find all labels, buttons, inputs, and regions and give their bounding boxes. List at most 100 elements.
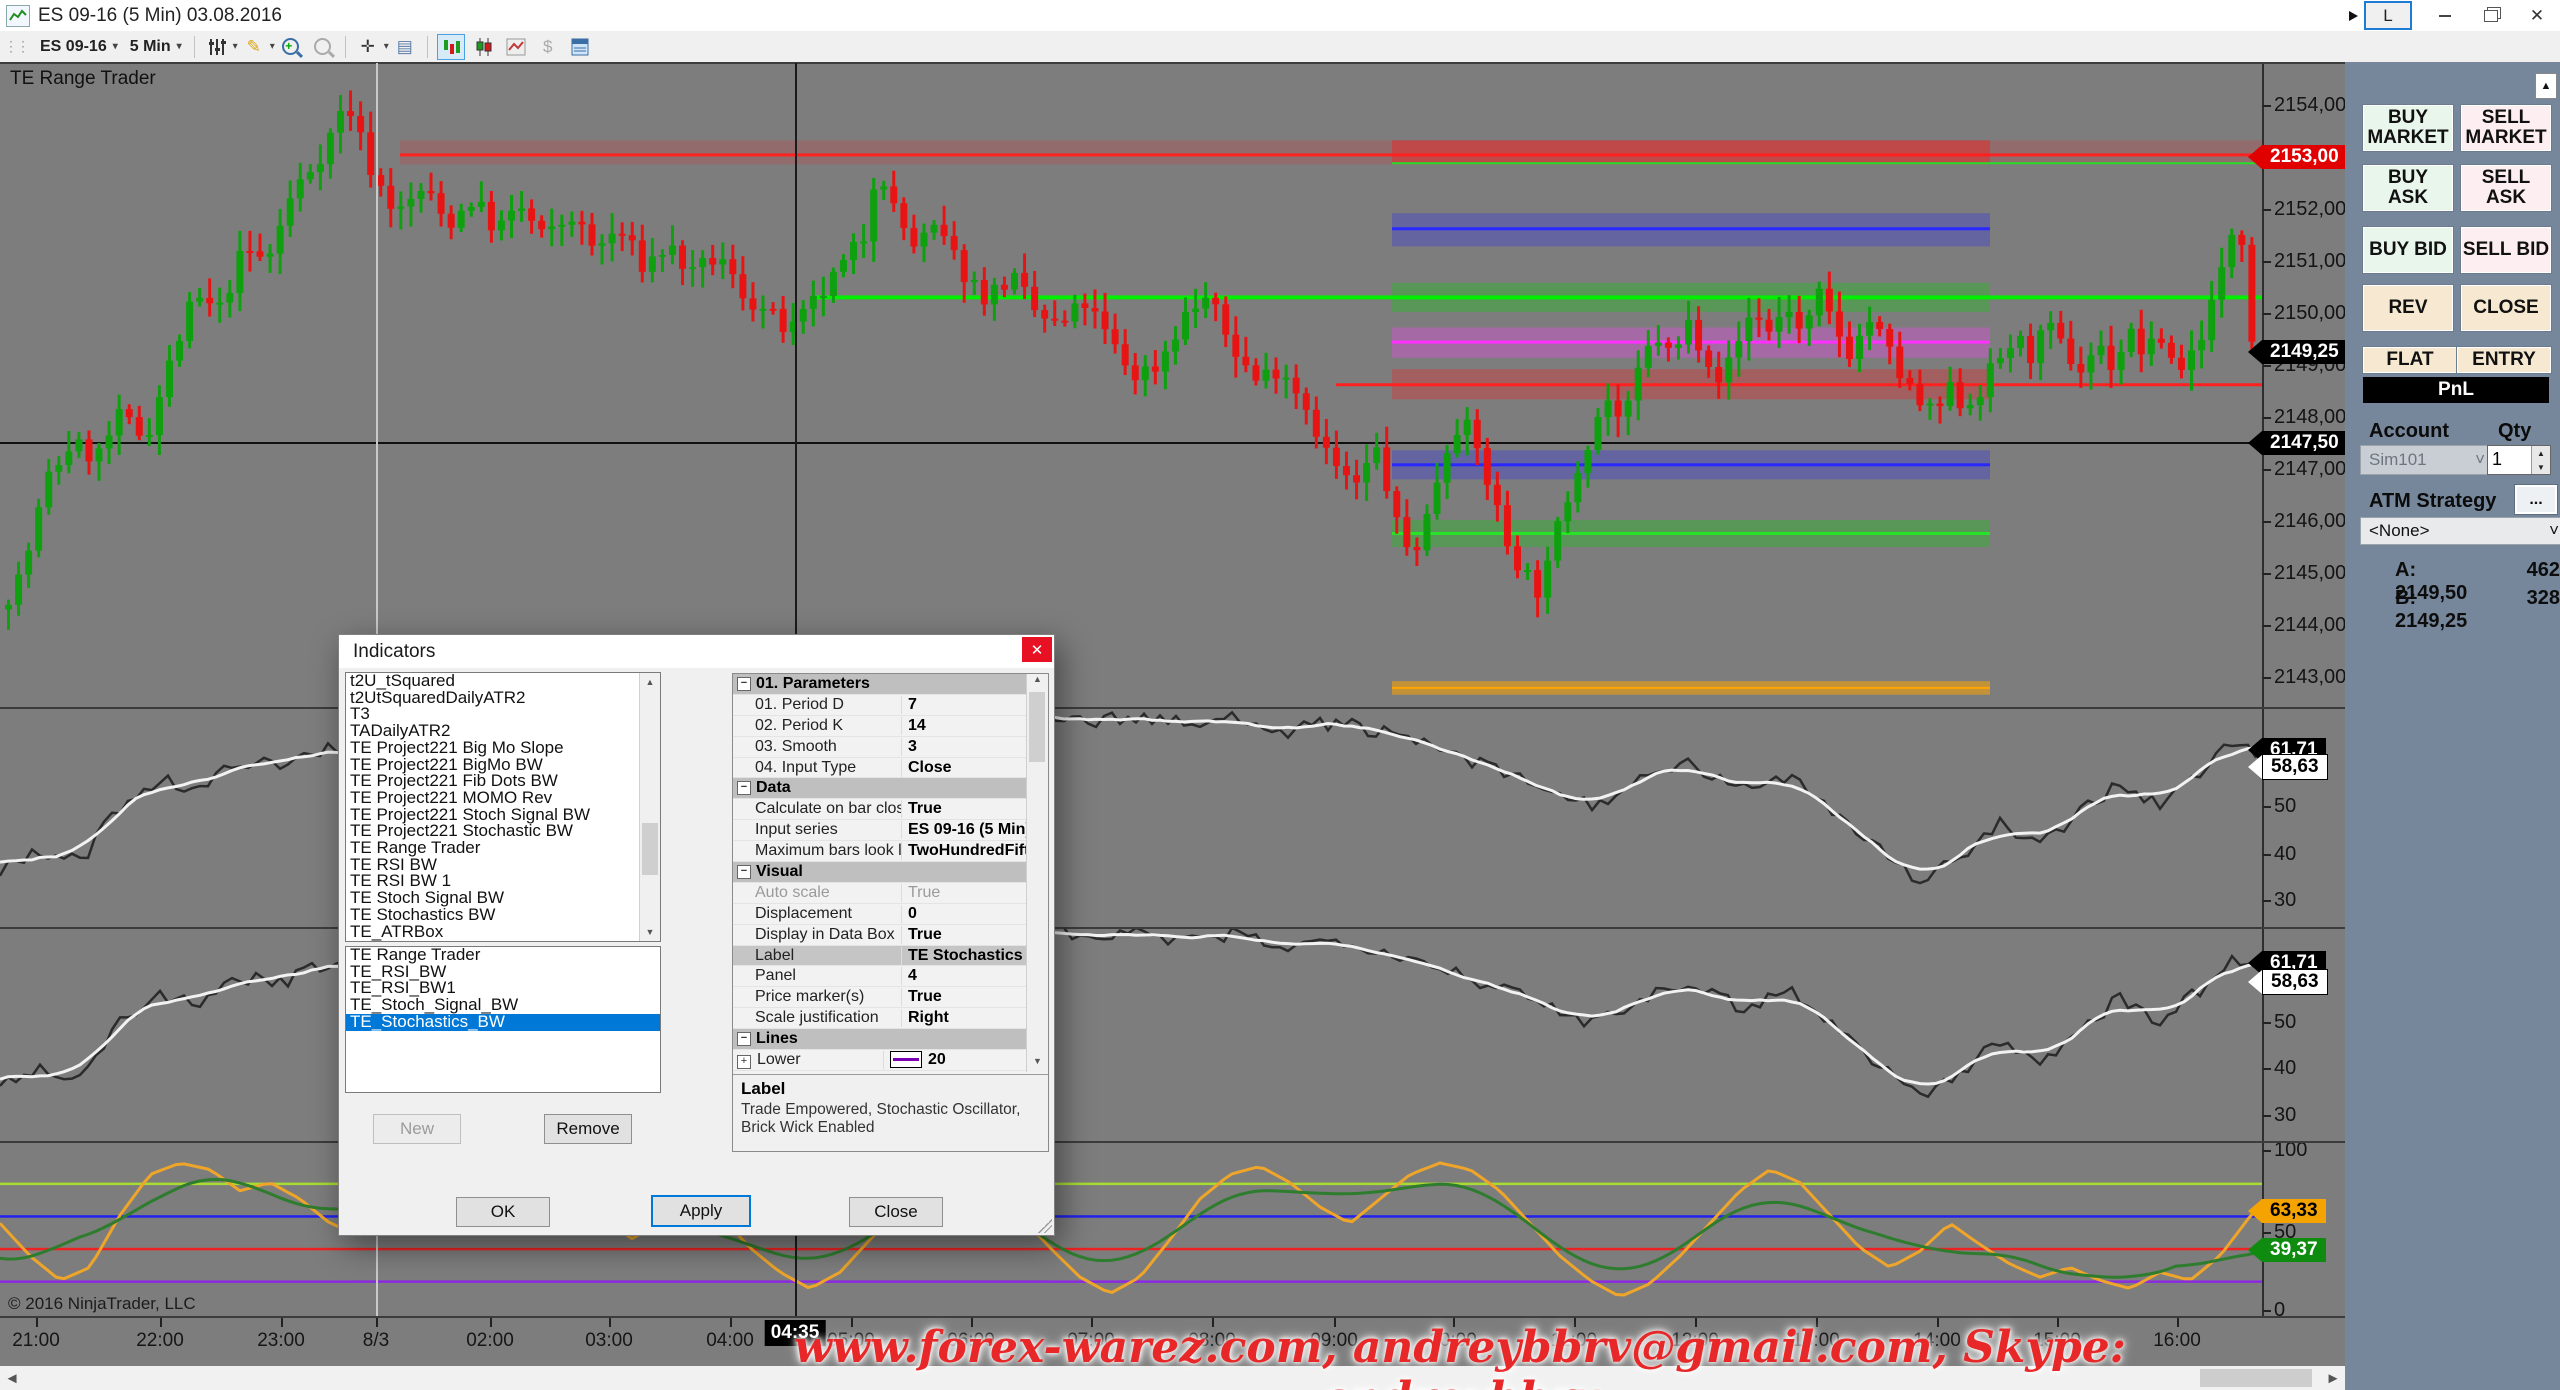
collapse-icon[interactable]: − <box>737 781 751 795</box>
parameter-row[interactable]: 02. Period K14 <box>733 716 1026 737</box>
parameter-row[interactable]: Price marker(s)True <box>733 987 1026 1008</box>
list-scrollbar[interactable]: ▲ ▼ <box>639 673 660 941</box>
remove-button[interactable]: Remove <box>544 1114 632 1144</box>
axis-tick <box>2263 900 2271 902</box>
parameter-section[interactable]: −Lines <box>733 1029 1026 1050</box>
apply-button[interactable]: Apply <box>651 1195 751 1227</box>
interval-dropdown[interactable]: 5 Min▾ <box>124 35 188 59</box>
parameter-section[interactable]: −Visual <box>733 862 1026 883</box>
scroll-up-icon[interactable]: ▲ <box>640 673 660 691</box>
axis-tick-label: 30 <box>2274 1105 2296 1125</box>
toolbar-grip[interactable]: ⋮⋮ <box>4 38 28 55</box>
dialog-title: Indicators <box>353 641 435 663</box>
buy-market-button[interactable]: BUY MARKET <box>2363 105 2453 151</box>
parameter-row[interactable]: Auto scaleTrue <box>733 883 1026 904</box>
close-dialog-button[interactable]: Close <box>849 1197 943 1227</box>
crosshair-icon[interactable]: ✛ <box>355 35 381 59</box>
chart-trader-icon[interactable] <box>567 35 593 59</box>
available-indicators-list[interactable]: t2U_tSquaredt2UtSquaredDailyATR2T3TADail… <box>345 672 661 942</box>
parameter-row[interactable]: Panel4 <box>733 966 1026 987</box>
configured-indicator-item[interactable]: TE_Stochastics_BW <box>346 1014 660 1031</box>
parameter-row[interactable]: Maximum bars look lTwoHundredFiftySix <box>733 841 1026 862</box>
time-tick <box>281 1318 283 1327</box>
time-axis[interactable]: 21:0022:0023:008/302:0003:0004:0005:0006… <box>0 1318 2345 1364</box>
indicator-list-item[interactable]: TE Project221 Big Mo Slope <box>346 740 660 757</box>
horizontal-scrollbar[interactable]: ◄ ► <box>0 1366 2345 1390</box>
time-tick-label: 06:00 <box>947 1330 995 1352</box>
chevron-down-icon[interactable]: ▾ <box>384 41 389 52</box>
indicators-dialog: Indicators ✕ t2U_tSquaredt2UtSquaredDail… <box>338 634 1055 1236</box>
parameter-row[interactable]: LabelTE Stochastics BW <box>733 946 1026 967</box>
scrollbar-thumb[interactable] <box>2200 1369 2312 1387</box>
spin-down-icon: ▼ <box>2532 460 2550 474</box>
ok-button[interactable]: OK <box>456 1197 550 1227</box>
grid-scrollbar[interactable]: ▲ ▼ <box>1026 674 1048 1072</box>
main-price-panel[interactable] <box>0 63 2262 707</box>
zoom-in-icon[interactable]: + <box>278 35 304 59</box>
collapse-icon[interactable]: − <box>737 1032 751 1046</box>
entry-button[interactable]: ENTRY <box>2457 347 2551 373</box>
chart-style-line-icon[interactable] <box>503 35 529 59</box>
configured-indicators-list[interactable]: TE Range TraderTE_RSI_BWTE_RSI_BW1TE_Sto… <box>345 946 661 1093</box>
quantity-stepper[interactable]: 1 ▲▼ <box>2487 445 2551 475</box>
instrument-dropdown[interactable]: ES 09-16▾ <box>34 35 124 59</box>
parameter-row[interactable]: Displacement0 <box>733 904 1026 925</box>
panel-scroll-up-icon[interactable]: ▲ <box>2535 73 2557 99</box>
parameter-row[interactable]: Scale justificationRight <box>733 1008 1026 1029</box>
collapse-icon[interactable]: − <box>737 865 751 879</box>
minimize-button[interactable] <box>2422 0 2468 31</box>
parameter-row[interactable]: +Lower20 <box>733 1050 1026 1071</box>
parameter-row[interactable]: Calculate on bar closTrue <box>733 799 1026 820</box>
maximize-button[interactable] <box>2468 0 2514 31</box>
parameter-row[interactable]: Display in Data BoxTrue <box>733 925 1026 946</box>
account-select[interactable]: Sim101˅ <box>2360 445 2494 475</box>
price-marker: 39,37 <box>2248 1238 2326 1262</box>
parameter-row[interactable]: 04. Input TypeClose <box>733 758 1026 779</box>
axis-tick <box>2263 469 2271 471</box>
time-tick <box>609 1318 611 1327</box>
reverse-button[interactable]: REV <box>2363 285 2453 331</box>
scroll-left-icon[interactable]: ◄ <box>0 1366 24 1390</box>
parameters-grid[interactable]: −01. Parameters01. Period D702. Period K… <box>732 673 1049 1152</box>
scroll-down-icon[interactable]: ▼ <box>640 923 660 941</box>
collapse-icon[interactable]: − <box>737 677 751 691</box>
close-position-button[interactable]: CLOSE <box>2461 285 2551 331</box>
chevron-down-icon[interactable]: ▾ <box>233 41 238 52</box>
axis-tick <box>2263 1310 2271 1312</box>
parameter-section[interactable]: −01. Parameters <box>733 674 1026 695</box>
parameter-row[interactable]: 01. Period D7 <box>733 695 1026 716</box>
indicator-list-item[interactable]: TE_ATRBox <box>346 924 660 941</box>
indicators-icon[interactable] <box>204 35 230 59</box>
pnl-display: PnL <box>2363 377 2549 403</box>
chevron-down-icon: ˅ <box>2475 450 2485 470</box>
expand-icon[interactable]: + <box>737 1055 751 1069</box>
dialog-close-button[interactable]: ✕ <box>1022 637 1052 662</box>
price-marker: 58,63 <box>2248 755 2328 779</box>
link-button[interactable]: L <box>2364 1 2412 30</box>
buy-bid-button[interactable]: BUY BID <box>2363 227 2453 273</box>
dialog-title-bar[interactable]: Indicators ✕ <box>339 635 1054 668</box>
sell-ask-button[interactable]: SELL ASK <box>2461 165 2551 211</box>
parameter-row[interactable]: +Lower140 <box>733 1071 1026 1072</box>
sell-bid-button[interactable]: SELL BID <box>2461 227 2551 273</box>
indicator-list-item[interactable]: t2UtSquaredDailyATR2 <box>346 690 660 707</box>
atm-strategy-select[interactable]: <None>˅ <box>2360 517 2560 545</box>
axis-tick <box>2263 261 2271 263</box>
drawing-tools-icon[interactable]: ✎ <box>241 35 267 59</box>
axis-tick-label: 2154,00 <box>2274 95 2346 115</box>
chart-style-bars-icon[interactable] <box>437 34 465 60</box>
parameter-section[interactable]: −Data <box>733 778 1026 799</box>
sell-market-button[interactable]: SELL MARKET <box>2461 105 2551 151</box>
parameter-row[interactable]: 03. Smooth3 <box>733 737 1026 758</box>
chart-style-candles-icon[interactable] <box>471 35 497 59</box>
parameter-row[interactable]: Input seriesES 09-16 (5 Min) <box>733 820 1026 841</box>
atm-options-button[interactable]: ... <box>2515 485 2557 514</box>
scroll-right-icon[interactable]: ► <box>2321 1366 2345 1390</box>
buy-ask-button[interactable]: BUY ASK <box>2363 165 2453 211</box>
resize-grip[interactable] <box>1038 1219 1052 1233</box>
close-button[interactable]: ✕ <box>2514 0 2560 31</box>
time-tick <box>851 1318 853 1327</box>
snapshot-icon[interactable]: ▤ <box>392 35 418 59</box>
flat-button[interactable]: FLAT <box>2363 347 2457 373</box>
chevron-down-icon[interactable]: ▾ <box>270 41 275 52</box>
